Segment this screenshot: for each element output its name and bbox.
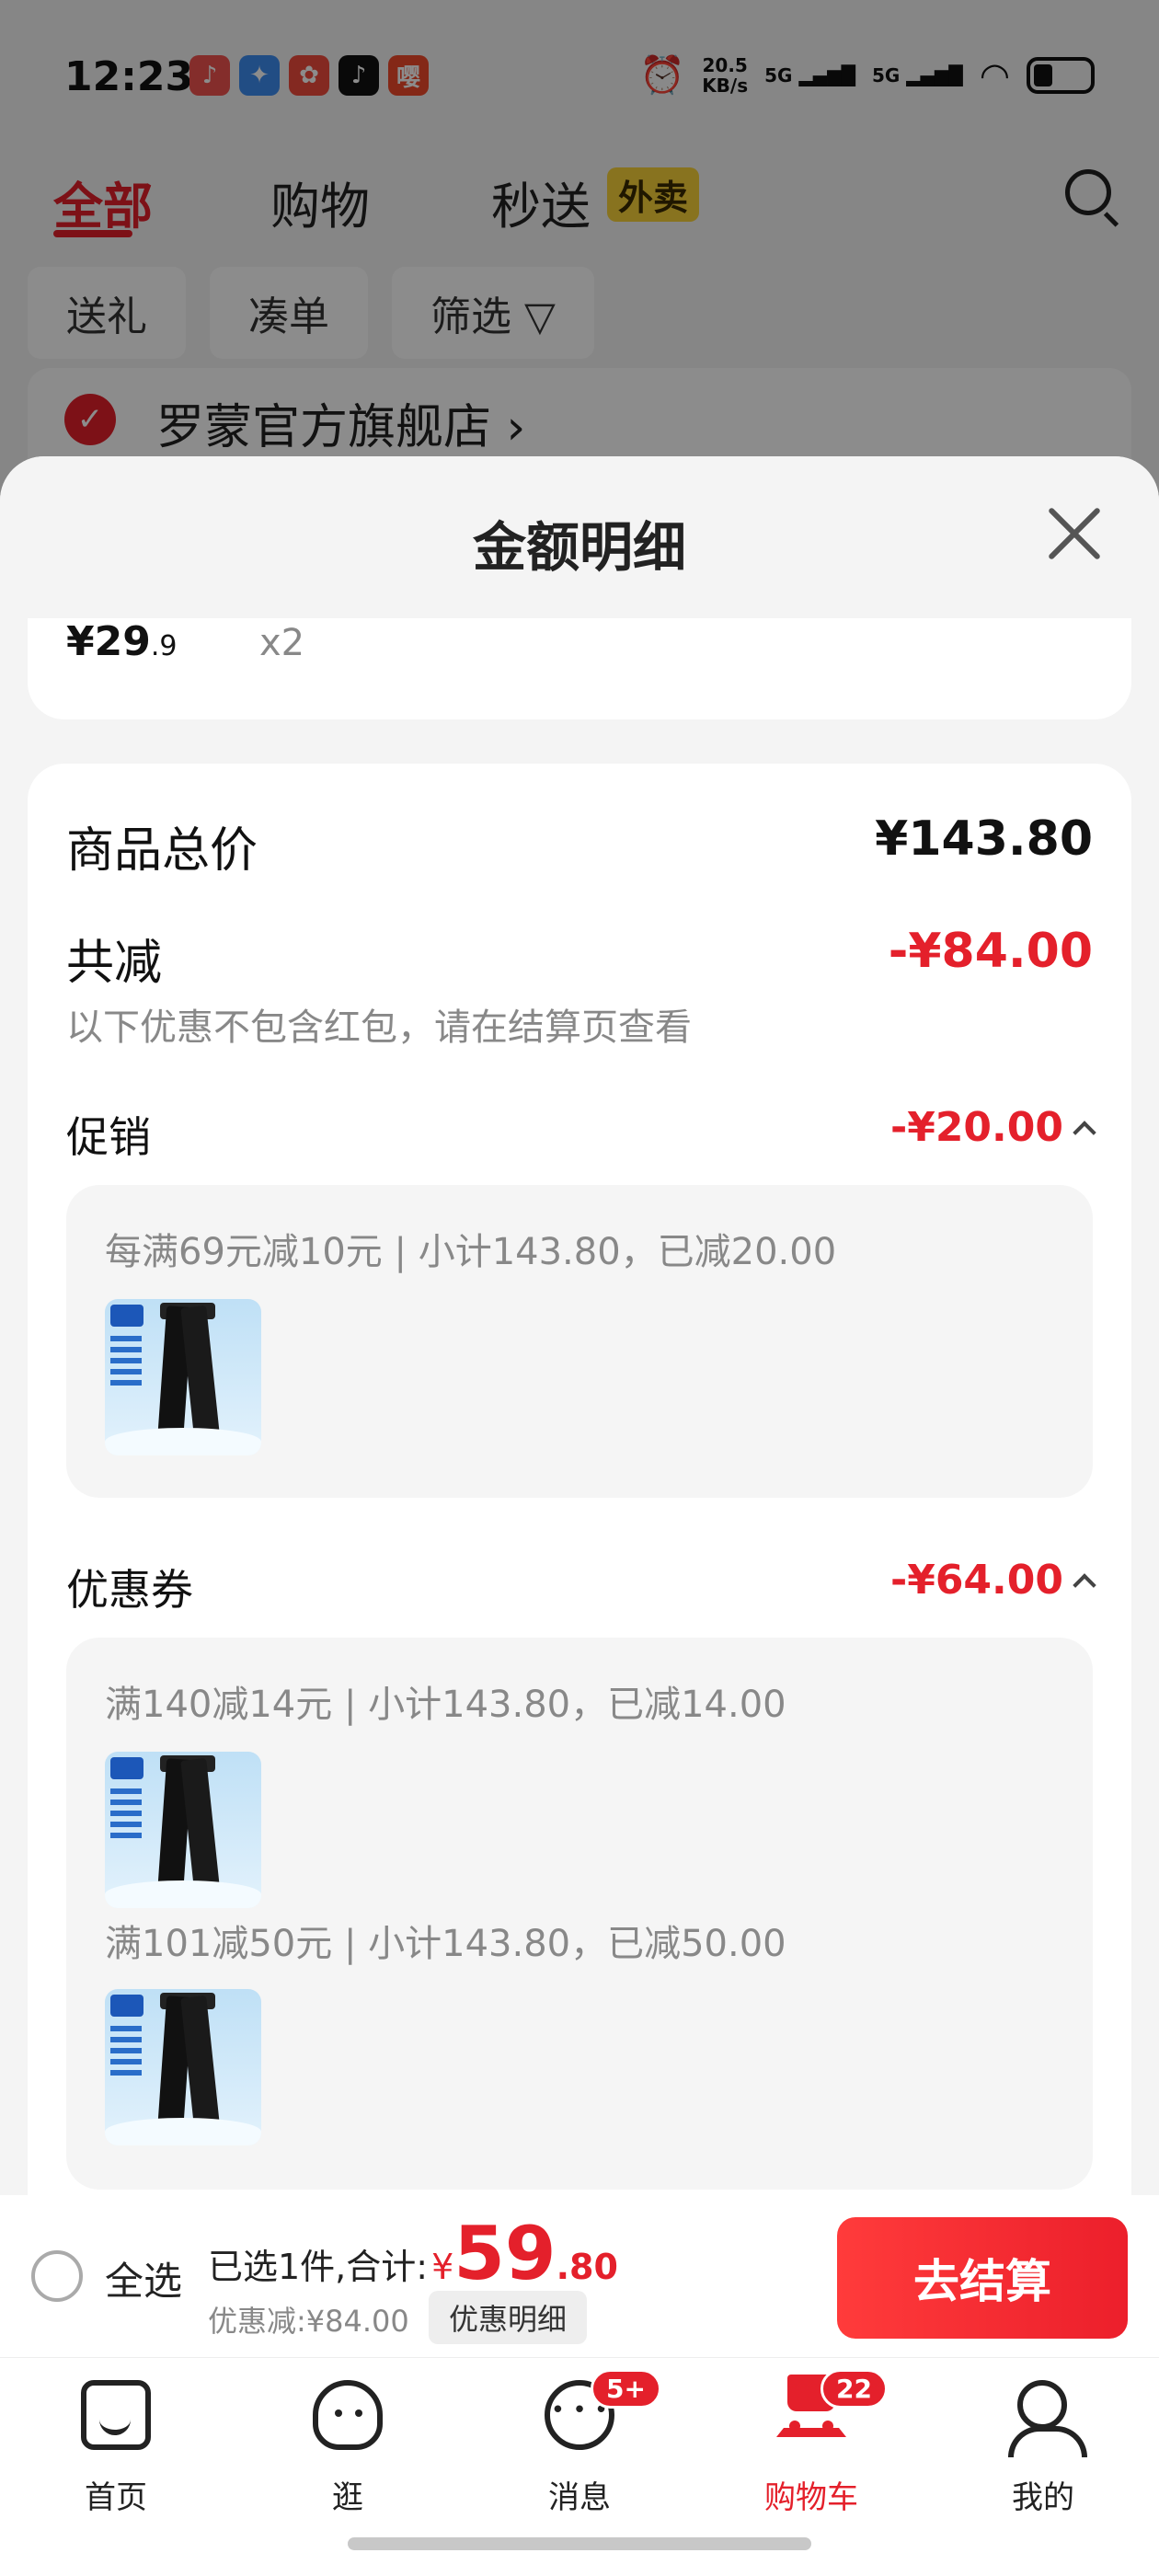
coupon-rule: 满140减14元 | 小计143.80，已减14.00 <box>105 1684 786 1726</box>
nav-cart[interactable]: 22 购物车 <box>719 2369 903 2525</box>
nav-label: 消息 <box>548 2479 611 2516</box>
home-indicator[interactable] <box>348 2537 811 2550</box>
chevron-up-icon <box>1073 1120 1096 1144</box>
profile-icon <box>1008 2380 1087 2457</box>
product-thumbnail[interactable] <box>105 1989 261 2145</box>
discount-label: 共减 <box>66 936 163 991</box>
total-label: 商品总价 <box>66 823 258 879</box>
discount-detail-button[interactable]: 优惠明细 <box>429 2291 588 2344</box>
order-summary: 已选1件,合计: ¥ 59 .80 <box>208 2217 618 2291</box>
checkout-bar: 全选 已选1件,合计: ¥ 59 .80 优惠减:¥84.00 优惠明细 去结算 <box>0 2195 1159 2357</box>
total-currency: ¥ <box>431 2247 454 2287</box>
close-icon[interactable] <box>1045 504 1104 563</box>
cart-badge: 22 <box>820 2369 888 2409</box>
coupon-panel: 满140减14元 | 小计143.80，已减14.00 满101减50元 | 小… <box>66 1638 1093 2190</box>
promo-label: 促销 <box>66 1112 151 1162</box>
nav-home[interactable]: 首页 <box>24 2369 208 2525</box>
discount-summary: 优惠减:¥84.00 <box>208 2304 409 2339</box>
home-icon <box>81 2380 151 2450</box>
nav-label: 逛 <box>332 2479 363 2516</box>
nav-stroll[interactable]: 逛 <box>256 2369 440 2525</box>
discount-note: 以下优惠不包含红包，请在结算页查看 <box>66 1006 692 1049</box>
item-price-main: ¥29 <box>66 618 151 665</box>
total-integer: 59 <box>453 2211 557 2296</box>
product-thumbnail[interactable] <box>105 1299 261 1455</box>
item-quantity: x2 <box>259 622 305 664</box>
amount-detail-sheet: ¥29.9 x2 金额明细 商品总价 ¥143.80 共减 -¥84.00 以下… <box>0 456 1159 2195</box>
total-value: ¥143.80 <box>875 811 1093 867</box>
coupon-value: -¥64.00 <box>889 1557 1063 1604</box>
item-card: ¥29.9 x2 <box>28 618 1131 719</box>
selected-count-text: 已选1件,合计: <box>208 2247 429 2287</box>
sheet-header: 金额明细 <box>0 456 1159 618</box>
message-badge: 5+ <box>591 2369 661 2409</box>
promo-rule: 每满69元减10元 | 小计143.80，已减20.00 <box>105 1231 837 1273</box>
total-decimal: .80 <box>556 2247 618 2287</box>
coupon-label: 优惠券 <box>66 1565 193 1615</box>
promo-value: -¥20.00 <box>889 1104 1063 1151</box>
select-all-label[interactable]: 全选 <box>105 2250 182 2306</box>
promo-toggle[interactable]: -¥20.00 <box>889 1104 1096 1151</box>
item-price: ¥29.9 <box>66 618 177 665</box>
promo-panel: 每满69元减10元 | 小计143.80，已减20.00 <box>66 1185 1093 1498</box>
select-all-radio[interactable] <box>31 2250 83 2302</box>
nav-label: 我的 <box>1012 2479 1074 2516</box>
item-price-decimal: .9 <box>150 630 178 662</box>
discount-value: -¥84.00 <box>888 924 1093 979</box>
nav-profile[interactable]: 我的 <box>951 2369 1135 2525</box>
checkout-button[interactable]: 去结算 <box>837 2217 1128 2339</box>
stroll-icon <box>313 2380 383 2450</box>
nav-label: 首页 <box>85 2479 147 2516</box>
nav-label: 购物车 <box>764 2479 858 2516</box>
sheet-title: 金额明细 <box>472 516 686 579</box>
product-thumbnail[interactable] <box>105 1752 261 1908</box>
amount-breakdown-card: 商品总价 ¥143.80 共减 -¥84.00 以下优惠不包含红包，请在结算页查… <box>28 764 1131 2195</box>
nav-messages[interactable]: 5+ 消息 <box>488 2369 671 2525</box>
coupon-rule: 满101减50元 | 小计143.80，已减50.00 <box>105 1923 786 1965</box>
chevron-up-icon <box>1073 1572 1096 1597</box>
coupon-toggle[interactable]: -¥64.00 <box>889 1557 1096 1604</box>
